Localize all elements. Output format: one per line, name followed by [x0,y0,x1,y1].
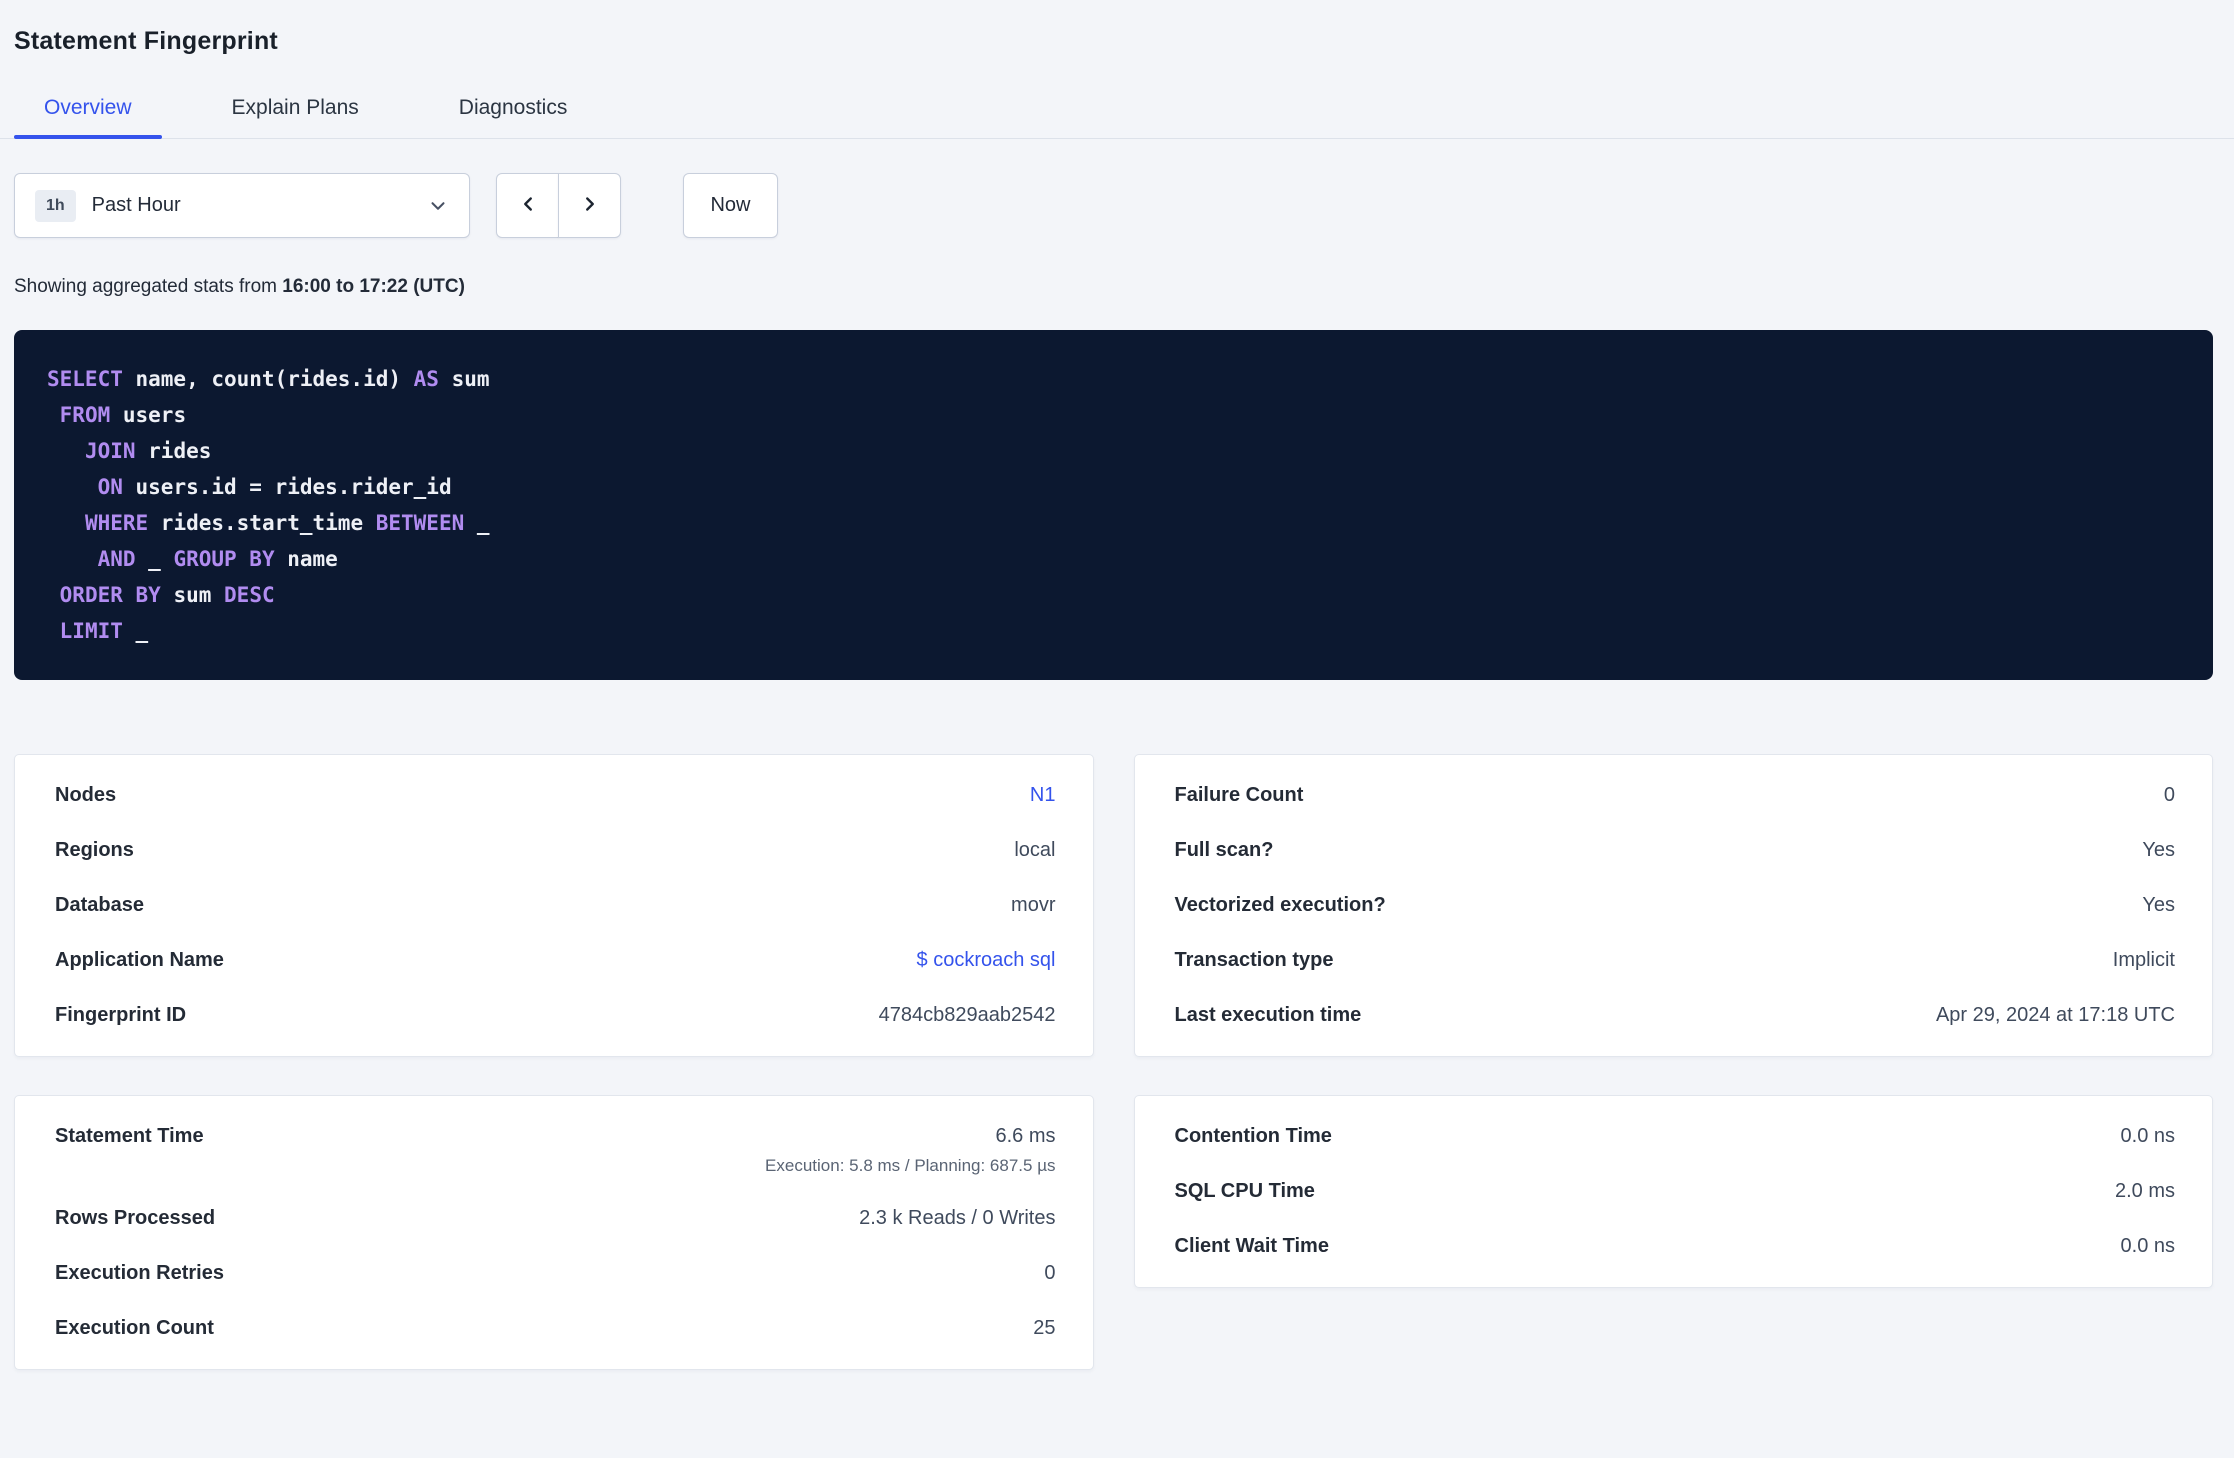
tab-explain-plans[interactable]: Explain Plans [202,96,389,138]
detail-row: Contention Time 0.0 ns [1175,1109,2176,1164]
detail-row-value: 25 [1033,1317,1056,1339]
detail-row-label: Vectorized execution? [1174,894,1386,916]
detail-row-label: Application Name [55,949,224,971]
detail-row: Vectorized execution? Yes [1175,878,2176,933]
detail-row-label: Execution Count [55,1317,214,1339]
previous-range-button[interactable] [496,173,559,238]
chevron-down-icon [427,195,449,217]
detail-row-value-group: 0 [1044,1260,1055,1287]
sql-statement-box: SELECT name, count(rides.id) AS sum FROM… [14,330,2213,680]
detail-row-value: Implicit [2112,949,2175,971]
statement-details-card: Nodes N1 Regions local Database movr App… [14,754,1094,1057]
now-button[interactable]: Now [683,173,778,238]
statement-timing-card: Statement Time 6.6 ms Execution: 5.8 ms … [14,1095,1094,1370]
detail-row-value[interactable]: $ cockroach sql [917,947,1056,974]
detail-row: Nodes N1 [55,768,1056,823]
detail-row-value: movr [1011,894,1056,916]
detail-row-value-group: N1 [1030,782,1056,809]
detail-row-value-group: 25 [1033,1315,1055,1342]
detail-row-value-group: 0 [2164,782,2175,809]
detail-row: Rows Processed 2.3 k Reads / 0 Writes [55,1191,1056,1246]
detail-row-label: Contention Time [1174,1125,1332,1147]
stats-prefix: Showing aggregated stats from [14,276,283,297]
detail-row-label: Full scan? [1174,839,1274,861]
time-range-label: Past Hour [91,194,181,216]
detail-row-value-group: Yes [2142,837,2175,864]
time-range-dropdown[interactable]: 1h Past Hour [14,173,470,238]
tab-bar: Overview Explain Plans Diagnostics [0,96,2234,139]
detail-row: Fingerprint ID 4784cb829aab2542 [55,988,1056,1043]
detail-row-value-group: 4784cb829aab2542 [879,1002,1056,1029]
detail-row-label: Regions [55,839,134,861]
detail-row-label: Database [55,894,144,916]
detail-row-label: Failure Count [1174,784,1304,806]
detail-row-value: Yes [2142,839,2175,861]
detail-row-label: Nodes [55,784,117,806]
statement-fingerprint-page: Statement Fingerprint Overview Explain P… [0,0,2234,1370]
detail-row-value-group: $ cockroach sql [917,947,1056,974]
chevron-left-icon [517,193,539,218]
detail-row-label: Statement Time [55,1125,204,1147]
detail-row: Application Name $ cockroach sql [55,933,1056,988]
time-controls: 1h Past Hour Now [14,173,2213,238]
detail-row-label: Last execution time [1174,1004,1362,1026]
detail-row-value: 0.0 ns [2120,1235,2175,1257]
detail-row: Statement Time 6.6 ms Execution: 5.8 ms … [55,1109,1056,1191]
detail-row-value[interactable]: N1 [1030,782,1056,809]
detail-row-value: 0.0 ns [2120,1125,2175,1147]
detail-row: Database movr [55,878,1056,933]
time-range-badge: 1h [35,189,76,222]
detail-row-value-group: Apr 29, 2024 at 17:18 UTC [1936,1002,2175,1029]
timing-cards-row: Statement Time 6.6 ms Execution: 5.8 ms … [14,1095,2213,1370]
detail-row-label: SQL CPU Time [1174,1180,1315,1202]
wait-timing-card: Contention Time 0.0 ns SQL CPU Time 2.0 … [1133,1095,2213,1288]
detail-row-label: Transaction type [1174,949,1334,971]
detail-row-value: 2.0 ms [2114,1180,2175,1202]
tab-overview[interactable]: Overview [14,96,162,139]
detail-row-label: Execution Retries [55,1262,224,1284]
detail-row-subvalue: Execution: 5.8 ms / Planning: 687.5 µs [765,1156,1056,1175]
detail-row-value: 2.3 k Reads / 0 Writes [859,1207,1056,1229]
detail-row-value: 0 [2163,784,2175,806]
chevron-right-icon [579,193,601,218]
detail-row: Execution Retries 0 [55,1246,1056,1301]
detail-row-value: 6.6 ms [995,1125,1056,1147]
detail-row: Regions local [55,823,1056,878]
detail-row-value-group: 0.0 ns [2121,1233,2175,1260]
detail-row-value-group: Yes [2142,892,2175,919]
detail-row: Full scan? Yes [1175,823,2176,878]
detail-row: Transaction type Implicit [1175,933,2176,988]
detail-row: Last execution time Apr 29, 2024 at 17:1… [1175,988,2176,1043]
next-range-button[interactable] [558,173,621,238]
detail-row-value-group: local [1014,837,1055,864]
execution-details-card: Failure Count 0 Full scan? Yes Vectorize… [1133,754,2213,1057]
detail-row-value-group: 2.3 k Reads / 0 Writes [859,1205,1055,1232]
stats-range: 16:00 to 17:22 (UTC) [282,276,465,297]
detail-row-value-group: 6.6 ms Execution: 5.8 ms / Planning: 687… [765,1123,1055,1177]
detail-row-value: Yes [2142,894,2175,916]
detail-row-value-group: 2.0 ms [2115,1178,2175,1205]
detail-row: Execution Count 25 [55,1301,1056,1356]
aggregated-stats-line: Showing aggregated stats from 16:00 to 1… [14,276,2213,298]
detail-row-value-group: Implicit [2113,947,2175,974]
detail-row-label: Client Wait Time [1174,1235,1329,1257]
detail-row-label: Rows Processed [55,1207,216,1229]
detail-row: Client Wait Time 0.0 ns [1175,1219,2176,1274]
time-range-nav [496,173,621,238]
detail-row-value: 4784cb829aab2542 [878,1004,1056,1026]
tab-diagnostics[interactable]: Diagnostics [429,96,598,138]
page-title: Statement Fingerprint [14,27,278,55]
detail-row-value-group: 0.0 ns [2121,1123,2175,1150]
detail-row-value: 0 [1044,1262,1056,1284]
details-cards-row: Nodes N1 Regions local Database movr App… [14,754,2213,1057]
detail-row: SQL CPU Time 2.0 ms [1175,1164,2176,1219]
detail-row-label: Fingerprint ID [55,1004,187,1026]
detail-row-value: local [1014,839,1056,861]
detail-row: Failure Count 0 [1175,768,2176,823]
detail-row-value: Apr 29, 2024 at 17:18 UTC [1935,1004,2175,1026]
detail-row-value-group: movr [1011,892,1055,919]
